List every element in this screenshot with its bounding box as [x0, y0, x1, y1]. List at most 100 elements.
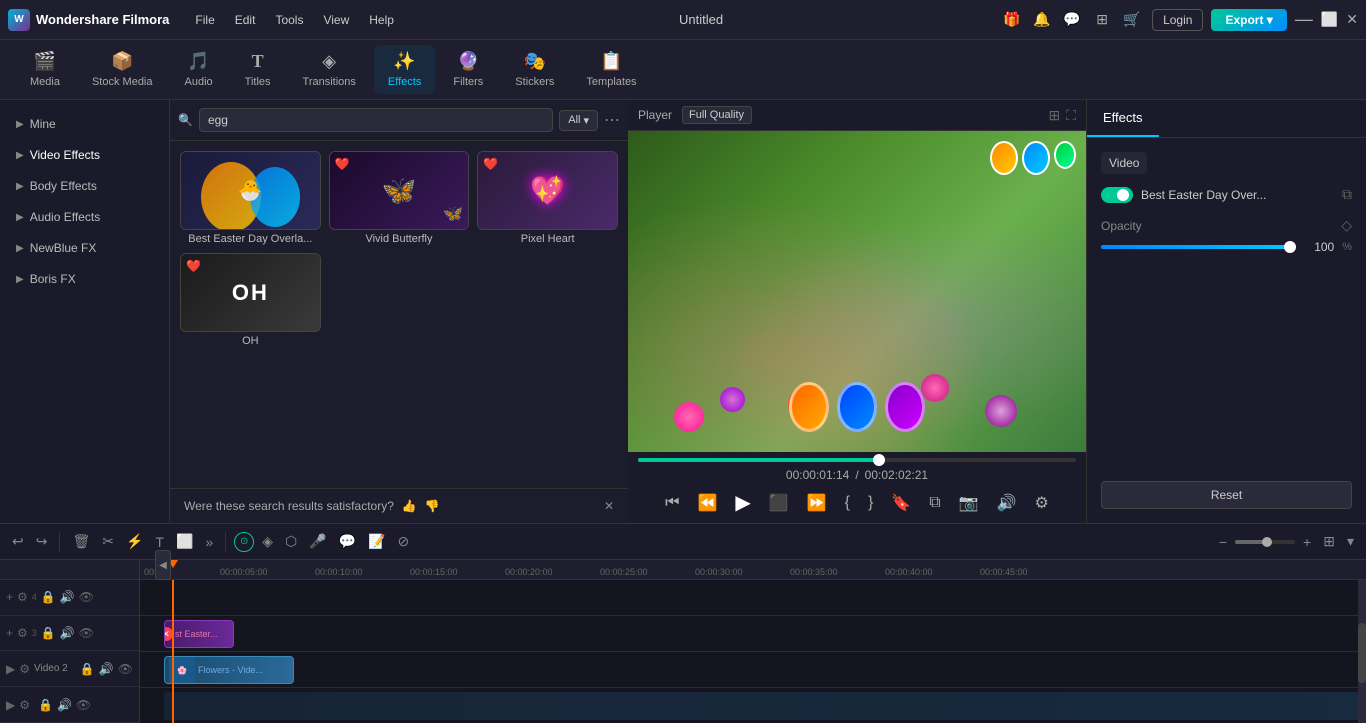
layout-button[interactable]: ⊞: [1319, 531, 1339, 552]
scrubber-handle[interactable]: [873, 454, 885, 466]
tool-filters[interactable]: 🔮 Filters: [439, 45, 497, 94]
track-add-icon-4[interactable]: +: [6, 590, 13, 604]
more-layout-button[interactable]: ▾: [1343, 531, 1358, 552]
step-forward-button[interactable]: ⏩: [803, 491, 831, 515]
undo-button[interactable]: ↩: [8, 531, 28, 552]
tab-effects[interactable]: Effects: [1087, 100, 1159, 137]
fullscreen-icon[interactable]: ⛶: [1066, 107, 1076, 124]
quality-selector[interactable]: Full Quality 1/2 Quality 1/4 Quality: [682, 106, 752, 124]
zoom-in-button[interactable]: +: [1299, 532, 1315, 552]
bell-icon[interactable]: 🔔: [1030, 8, 1054, 32]
copy-effect-button[interactable]: ⧉: [1342, 186, 1352, 203]
track-settings-1[interactable]: ⚙: [19, 698, 30, 712]
keyframe-button[interactable]: ◈: [258, 531, 277, 552]
track-eye-4[interactable]: 👁: [79, 590, 94, 604]
track-volume-v2[interactable]: 🔊: [99, 662, 114, 676]
track-eye-v2[interactable]: 👁: [118, 662, 133, 676]
opacity-slider-track[interactable]: [1101, 245, 1296, 249]
track-eye-3[interactable]: 👁: [79, 626, 94, 640]
track-add-icon-3[interactable]: +: [6, 626, 13, 640]
track-volume-4[interactable]: 🔊: [60, 590, 75, 604]
opacity-reset-icon[interactable]: ◇: [1341, 217, 1352, 234]
tool-audio[interactable]: 🎵 Audio: [171, 45, 227, 94]
subtitle-button[interactable]: 📝: [364, 531, 389, 552]
text-button[interactable]: T: [151, 532, 168, 552]
track-settings-4[interactable]: ⚙: [17, 590, 28, 604]
effect-toggle[interactable]: [1101, 187, 1133, 203]
opacity-slider-handle[interactable]: [1284, 241, 1296, 253]
thumbs-up-button[interactable]: 👍: [402, 499, 417, 513]
track-volume-1[interactable]: 🔊: [57, 698, 72, 712]
sidebar-collapse-button[interactable]: ◀: [155, 550, 171, 580]
step-back-button[interactable]: ⏪: [694, 491, 722, 515]
volume-button[interactable]: 🔊: [993, 491, 1021, 515]
skip-back-button[interactable]: ⏮: [661, 492, 683, 514]
split-audio-button[interactable]: ⚡: [122, 531, 147, 552]
timeline-scrollbar[interactable]: [1358, 580, 1366, 723]
feedback-close-button[interactable]: ✕: [604, 499, 614, 513]
video-clip[interactable]: 🌸 Flowers - Vide...: [164, 656, 294, 684]
track-lock-4[interactable]: 🔒: [41, 590, 56, 604]
reset-button[interactable]: Reset: [1101, 481, 1352, 509]
voice-button[interactable]: 🎤: [305, 531, 330, 552]
chat-icon[interactable]: 💬: [1060, 8, 1084, 32]
export-button[interactable]: Export ▾: [1211, 9, 1286, 31]
stop-button[interactable]: ⬛: [765, 491, 793, 515]
effect-item-pixel-heart[interactable]: ❤️ 💖 Pixel Heart: [477, 151, 618, 245]
track-settings-v2[interactable]: ⚙: [19, 662, 30, 676]
silence-detect-button[interactable]: ⊘: [394, 531, 414, 552]
tab-video[interactable]: Video: [1101, 152, 1147, 174]
sidebar-item-boris-fx[interactable]: ▶ Boris FX: [4, 264, 165, 294]
snapshot-button[interactable]: 📷: [955, 491, 983, 515]
caption-button[interactable]: 💬: [335, 531, 360, 552]
time-scrubber[interactable]: [638, 458, 1076, 462]
nav-help[interactable]: Help: [361, 9, 402, 31]
gift-icon[interactable]: 🎁: [1000, 8, 1024, 32]
mark-out-button[interactable]: }: [864, 492, 877, 514]
tool-media[interactable]: 🎬 Media: [16, 45, 74, 94]
add-marker-button[interactable]: 🔖: [887, 491, 915, 515]
track-lock-1[interactable]: 🔒: [38, 698, 53, 712]
scrollbar-thumb[interactable]: [1358, 623, 1366, 683]
cut-button[interactable]: ✂: [98, 531, 118, 552]
redo-button[interactable]: ↪: [32, 531, 52, 552]
effect-item-vivid-butterfly[interactable]: ❤️ 🦋 🦋 Vivid Butterfly: [329, 151, 470, 245]
maximize-button[interactable]: ⬜: [1321, 11, 1338, 28]
nav-tools[interactable]: Tools: [267, 9, 311, 31]
play-button[interactable]: ▶: [731, 488, 754, 517]
nav-edit[interactable]: Edit: [227, 9, 264, 31]
minimize-button[interactable]: —: [1295, 9, 1313, 30]
tool-titles[interactable]: T Titles: [231, 45, 285, 94]
sidebar-item-video-effects[interactable]: ▶ Video Effects: [4, 140, 165, 170]
filter-dropdown[interactable]: All ▾: [559, 110, 598, 131]
snap-button[interactable]: ⊙: [234, 532, 254, 552]
tool-stock-media[interactable]: 📦 Stock Media: [78, 45, 167, 94]
clip-marker-button[interactable]: ⬡: [281, 531, 301, 552]
login-button[interactable]: Login: [1152, 9, 1203, 31]
thumbs-down-button[interactable]: 👎: [425, 499, 440, 513]
mark-in-button[interactable]: {: [841, 492, 854, 514]
grid-icon[interactable]: ⊞: [1090, 8, 1114, 32]
more-options-button[interactable]: ⋯: [604, 110, 620, 130]
cart-icon[interactable]: 🛒: [1120, 8, 1144, 32]
search-input[interactable]: [199, 108, 553, 132]
tool-stickers[interactable]: 🎭 Stickers: [501, 45, 568, 94]
timeline-ruler[interactable]: 00:00 00:00:05:00 00:00:10:00 00:00:15:0…: [140, 560, 1366, 580]
picture-in-picture-button[interactable]: ⧉: [925, 492, 944, 514]
effect-item-easter-day[interactable]: ❤️ 🐣 Best Easter Day Overla...: [180, 151, 321, 245]
delete-button[interactable]: 🗑: [68, 531, 94, 552]
track-lock-v2[interactable]: 🔒: [80, 662, 95, 676]
sidebar-item-mine[interactable]: ▶ Mine: [4, 109, 165, 139]
sidebar-item-audio-effects[interactable]: ▶ Audio Effects: [4, 202, 165, 232]
track-settings-3[interactable]: ⚙: [17, 626, 28, 640]
tool-effects[interactable]: ✨ Effects: [374, 45, 435, 94]
track-eye-1[interactable]: 👁: [76, 698, 91, 712]
tool-templates[interactable]: 📋 Templates: [572, 45, 650, 94]
nav-file[interactable]: File: [187, 9, 222, 31]
more-tools-button[interactable]: »: [201, 532, 217, 552]
crop-button[interactable]: ⬜: [172, 531, 197, 552]
zoom-out-button[interactable]: −: [1215, 532, 1231, 552]
sidebar-item-body-effects[interactable]: ▶ Body Effects: [4, 171, 165, 201]
track-lock-3[interactable]: 🔒: [41, 626, 56, 640]
settings-button[interactable]: ⚙: [1031, 491, 1053, 515]
